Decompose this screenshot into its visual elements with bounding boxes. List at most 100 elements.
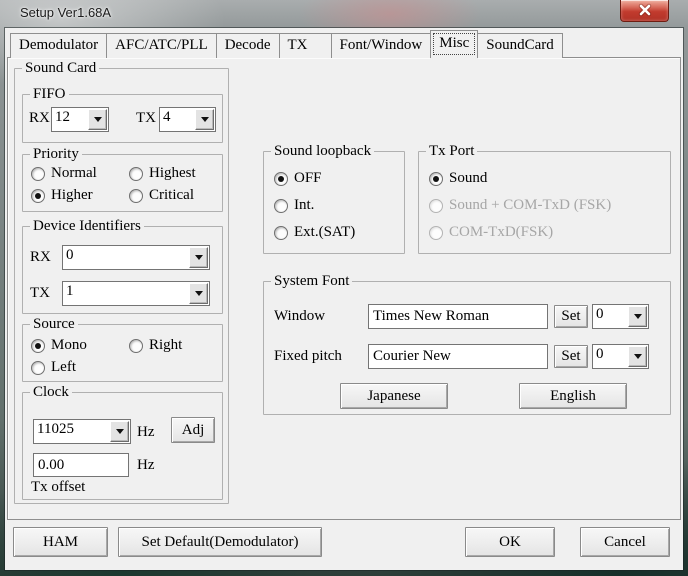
cancel-button[interactable]: Cancel xyxy=(580,527,670,557)
system-font-group-label: System Font xyxy=(271,272,352,291)
radio-priority-higher[interactable]: Higher xyxy=(31,187,93,204)
device-tx-label: TX xyxy=(30,285,50,302)
radio-label: Sound xyxy=(449,170,487,187)
fifo-tx-combo[interactable]: 4 xyxy=(159,107,216,132)
radio-label: Normal xyxy=(51,165,97,182)
priority-group-label: Priority xyxy=(30,145,82,164)
device-identifiers-group-label: Device Identifiers xyxy=(30,217,144,236)
fifo-rx-label: RX xyxy=(29,110,50,127)
dropdown-arrow-icon[interactable] xyxy=(628,346,647,367)
title-bar[interactable]: Setup Ver1.68A xyxy=(0,0,688,28)
dropdown-arrow-icon[interactable] xyxy=(189,283,208,304)
tab-demodulator[interactable]: Demodulator xyxy=(10,33,107,58)
set-default-demodulator-button[interactable]: Set Default(Demodulator) xyxy=(118,527,322,557)
clock-offset-unit-label: Hz xyxy=(137,457,155,474)
device-rx-combo-value: 0 xyxy=(63,246,188,269)
fifo-tx-combo-value: 4 xyxy=(160,108,194,131)
radio-icon xyxy=(274,172,288,186)
tab-font-window[interactable]: Font/Window xyxy=(331,33,432,58)
tab-misc[interactable]: Misc xyxy=(430,30,478,58)
tab-decode[interactable]: Decode xyxy=(216,33,280,58)
fifo-group: FIFO RX 12 TX 4 xyxy=(22,94,223,143)
radio-label: Int. xyxy=(294,197,314,214)
radio-label: Higher xyxy=(51,187,93,204)
window-font-label: Window xyxy=(274,308,325,325)
sound-card-group: Sound Card FIFO RX 12 TX 4 Priority xyxy=(14,68,229,504)
radio-priority-highest[interactable]: Highest xyxy=(129,165,196,182)
device-rx-combo[interactable]: 0 xyxy=(62,245,210,270)
fifo-tx-label: TX xyxy=(136,110,156,127)
dropdown-arrow-icon[interactable] xyxy=(628,306,647,327)
fixed-pitch-set-button[interactable]: Set xyxy=(554,345,588,368)
radio-label: Ext.(SAT) xyxy=(294,224,355,241)
radio-label: Critical xyxy=(149,187,194,204)
radio-loopback-int[interactable]: Int. xyxy=(274,197,314,214)
radio-icon xyxy=(274,226,288,240)
radio-label: Mono xyxy=(51,337,87,354)
fifo-rx-combo-value: 12 xyxy=(52,108,87,131)
radio-label: Left xyxy=(51,359,76,376)
fixed-pitch-font-input[interactable] xyxy=(368,344,548,369)
window-font-size-combo[interactable]: 0 xyxy=(592,304,649,329)
radio-loopback-off[interactable]: OFF xyxy=(274,170,322,187)
radio-label: OFF xyxy=(294,170,322,187)
device-rx-label: RX xyxy=(30,249,51,266)
ham-button[interactable]: HAM xyxy=(13,527,108,557)
sound-loopback-group-label: Sound loopback xyxy=(271,142,374,161)
radio-icon xyxy=(274,199,288,213)
fixed-pitch-size-value: 0 xyxy=(593,345,627,368)
tab-tx[interactable]: TX xyxy=(279,33,332,58)
radio-source-left[interactable]: Left xyxy=(31,359,76,376)
fixed-pitch-size-combo[interactable]: 0 xyxy=(592,344,649,369)
tab-afc-atc-pll[interactable]: AFC/ATC/PLL xyxy=(106,33,217,58)
japanese-button[interactable]: Japanese xyxy=(340,383,448,409)
radio-icon xyxy=(429,172,443,186)
window-font-size-value: 0 xyxy=(593,305,627,328)
radio-icon xyxy=(429,199,443,213)
sound-loopback-group: Sound loopback OFF Int. Ext.(SAT) xyxy=(263,151,405,254)
radio-txport-sound[interactable]: Sound xyxy=(429,170,487,187)
tx-port-group: Tx Port Sound Sound + COM-TxD (FSK) COM-… xyxy=(418,151,671,254)
dropdown-arrow-icon[interactable] xyxy=(195,109,214,130)
radio-label: Right xyxy=(149,337,182,354)
window-title: Setup Ver1.68A xyxy=(20,5,111,20)
radio-icon xyxy=(31,361,45,375)
radio-source-right[interactable]: Right xyxy=(129,337,182,354)
device-identifiers-group: Device Identifiers RX 0 TX 1 xyxy=(22,226,223,314)
close-button[interactable] xyxy=(620,0,669,22)
source-group: Source Mono Right Left xyxy=(22,324,223,382)
radio-priority-critical[interactable]: Critical xyxy=(129,187,194,204)
radio-icon xyxy=(129,339,143,353)
tx-offset-input[interactable] xyxy=(33,453,129,477)
window-font-input[interactable] xyxy=(368,304,548,329)
clock-freq-combo[interactable]: 11025 xyxy=(33,419,131,444)
device-tx-combo[interactable]: 1 xyxy=(62,281,210,306)
radio-label: Sound + COM-TxD (FSK) xyxy=(449,197,611,214)
setup-dialog: Demodulator AFC/ATC/PLL Decode TX Font/W… xyxy=(5,28,683,570)
english-button[interactable]: English xyxy=(519,383,627,409)
window-font-set-button[interactable]: Set xyxy=(554,305,588,328)
dropdown-arrow-icon[interactable] xyxy=(189,247,208,268)
radio-loopback-ext-sat[interactable]: Ext.(SAT) xyxy=(274,224,355,241)
radio-txport-sound-com-txd-fsk: Sound + COM-TxD (FSK) xyxy=(429,197,611,214)
dropdown-arrow-icon[interactable] xyxy=(110,421,129,442)
source-group-label: Source xyxy=(30,315,78,334)
radio-label: Highest xyxy=(149,165,196,182)
adj-button[interactable]: Adj xyxy=(171,417,215,443)
radio-source-mono[interactable]: Mono xyxy=(31,337,87,354)
tab-strip: Demodulator AFC/ATC/PLL Decode TX Font/W… xyxy=(10,30,562,58)
radio-priority-normal[interactable]: Normal xyxy=(31,165,97,182)
tx-port-group-label: Tx Port xyxy=(426,142,477,161)
radio-txport-com-txd-fsk: COM-TxD(FSK) xyxy=(429,224,553,241)
fifo-rx-combo[interactable]: 12 xyxy=(51,107,109,132)
sound-card-group-label: Sound Card xyxy=(22,59,99,78)
clock-freq-combo-value: 11025 xyxy=(34,420,109,443)
clock-group: Clock 11025 Hz Adj Hz Tx offset xyxy=(22,392,223,500)
misc-tab-page: Sound Card FIFO RX 12 TX 4 Priority xyxy=(7,57,681,520)
dropdown-arrow-icon[interactable] xyxy=(88,109,107,130)
ok-button[interactable]: OK xyxy=(465,527,555,557)
radio-icon xyxy=(31,339,45,353)
tab-soundcard[interactable]: SoundCard xyxy=(477,33,563,58)
fifo-group-label: FIFO xyxy=(30,85,69,104)
radio-icon xyxy=(129,167,143,181)
